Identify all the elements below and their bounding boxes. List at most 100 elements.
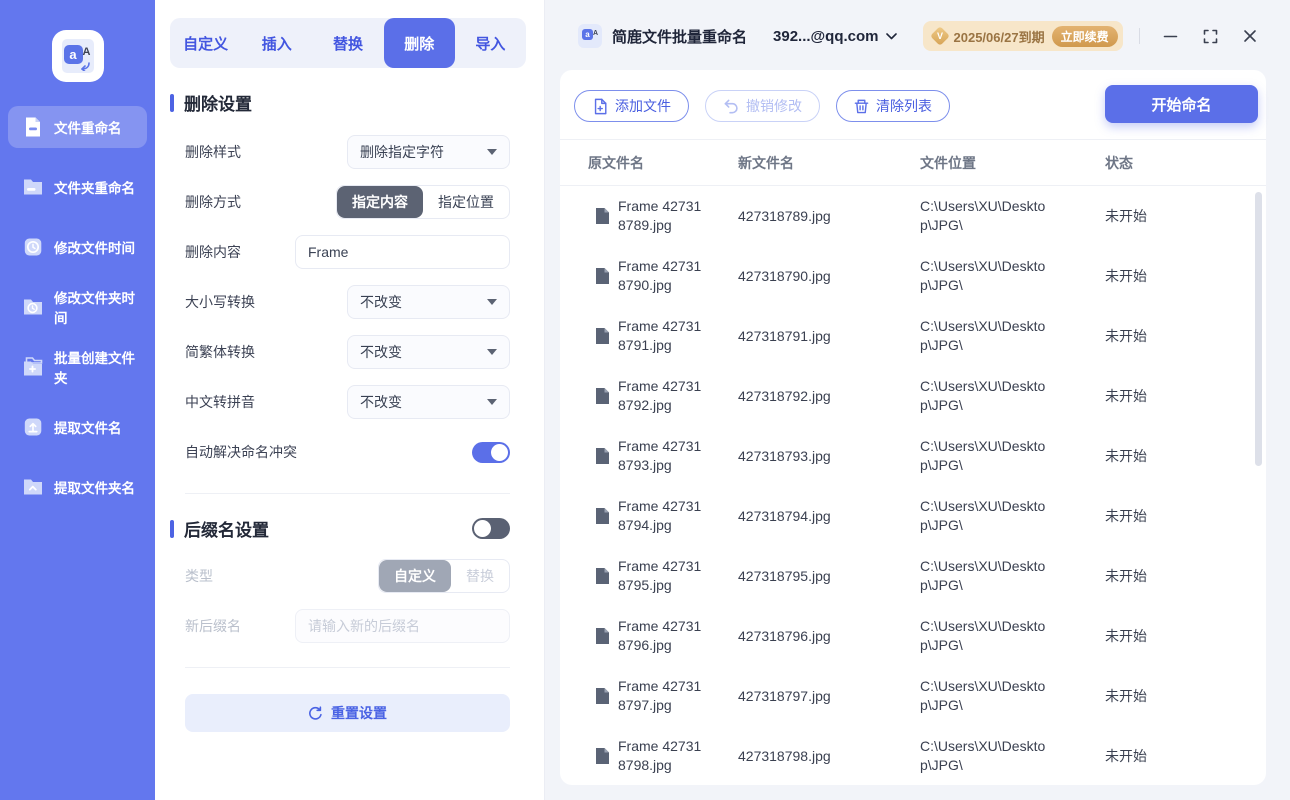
table-row[interactable]: Frame 427318790.jpg 427318790.jpg C:\Use…: [560, 246, 1266, 306]
table-row[interactable]: Frame 427318792.jpg 427318792.jpg C:\Use…: [560, 366, 1266, 426]
file-time-icon: [21, 235, 45, 259]
tab-delete[interactable]: 删除: [383, 18, 455, 68]
account-dropdown[interactable]: 392...@qq.com: [773, 28, 897, 45]
sidebar-item-label: 提取文件名: [54, 421, 122, 436]
tab-custom[interactable]: 自定义: [170, 18, 241, 68]
delete-content-label: 删除内容: [185, 244, 241, 260]
delete-content-input[interactable]: [295, 235, 510, 269]
sidebar-item-extract-foldername[interactable]: 提取文件夹名: [8, 466, 147, 508]
new-suffix-input[interactable]: [295, 609, 510, 643]
chevron-down-icon: [487, 399, 497, 405]
sidebar-item-extract-filename[interactable]: 提取文件名: [8, 406, 147, 448]
scrollbar-thumb[interactable]: [1255, 192, 1262, 466]
status-label: 未开始: [1105, 628, 1147, 644]
mode-tabbar: 自定义 插入 替换 删除 导入: [170, 18, 526, 68]
suffix-settings-title: 后缀名设置: [184, 521, 269, 540]
add-files-button[interactable]: 添加文件: [574, 90, 689, 122]
delete-style-value: 删除指定字符: [360, 144, 444, 160]
start-rename-button[interactable]: 开始命名: [1105, 85, 1258, 123]
delete-style-select[interactable]: 删除指定字符: [347, 135, 510, 169]
add-file-icon: [594, 98, 607, 114]
license-badge: V 2025/06/27到期 立即续费: [922, 21, 1123, 51]
table-row[interactable]: Frame 427318796.jpg 427318796.jpg C:\Use…: [560, 606, 1266, 666]
file-icon: [596, 748, 609, 764]
conflict-toggle[interactable]: [472, 441, 510, 463]
table-row[interactable]: Frame 427318795.jpg 427318795.jpg C:\Use…: [560, 546, 1266, 606]
delete-mode-position-option[interactable]: 指定位置: [423, 186, 509, 218]
file-location: C:\Users\XU\Desktop\JPG\: [920, 198, 1046, 233]
file-icon: [596, 448, 609, 464]
case-convert-select[interactable]: 不改变: [347, 285, 510, 319]
tab-replace[interactable]: 替换: [312, 18, 383, 68]
chevron-down-icon: [487, 349, 497, 355]
close-button[interactable]: [1243, 29, 1257, 43]
tab-label: 删除: [404, 35, 435, 53]
delete-mode-segmented: 指定内容 指定位置: [336, 185, 510, 219]
refresh-icon: [309, 705, 322, 720]
original-file-name: Frame 427318790.jpg: [618, 258, 702, 293]
sidebar-item-folder-time[interactable]: 修改文件夹时间: [8, 286, 147, 328]
header-new-name: 新文件名: [738, 154, 794, 171]
file-icon: [596, 388, 609, 404]
file-location: C:\Users\XU\Desktop\JPG\: [920, 258, 1046, 293]
sidebar-item-label: 批量创建文件夹: [54, 351, 135, 386]
simplified-traditional-select[interactable]: 不改变: [347, 335, 510, 369]
new-file-name: 427318798.jpg: [738, 748, 831, 764]
suffix-type-replace-option[interactable]: 替换: [451, 560, 509, 592]
table-row[interactable]: Frame 427318794.jpg 427318794.jpg C:\Use…: [560, 486, 1266, 546]
delete-mode-label: 删除方式: [185, 194, 241, 210]
tab-insert[interactable]: 插入: [241, 18, 312, 68]
tab-import[interactable]: 导入: [455, 18, 526, 68]
undo-changes-button[interactable]: 撤销修改: [705, 90, 820, 122]
original-file-name: Frame 427318793.jpg: [618, 438, 702, 473]
chevron-down-icon: [487, 149, 497, 155]
status-label: 未开始: [1105, 448, 1147, 464]
table-row[interactable]: Frame 427318797.jpg 427318797.jpg C:\Use…: [560, 666, 1266, 726]
clear-list-button[interactable]: 清除列表: [836, 90, 950, 122]
section-accent-bar: [170, 519, 174, 538]
license-expiry: 2025/06/27到期: [953, 29, 1045, 45]
status-label: 未开始: [1105, 328, 1147, 344]
header-original-name: 原文件名: [588, 154, 644, 171]
pinyin-convert-select[interactable]: 不改变: [347, 385, 510, 419]
case-convert-value: 不改变: [360, 294, 402, 310]
status-label: 未开始: [1105, 508, 1147, 524]
renew-button[interactable]: 立即续费: [1051, 25, 1118, 47]
file-icon: [596, 628, 609, 644]
reset-settings-label: 重置设置: [331, 705, 387, 721]
status-label: 未开始: [1105, 388, 1147, 404]
table-row[interactable]: Frame 427318793.jpg 427318793.jpg C:\Use…: [560, 426, 1266, 486]
sidebar-item-file-time[interactable]: 修改文件时间: [8, 226, 147, 268]
folder-create-icon: [21, 355, 45, 379]
sidebar-item-folder-create[interactable]: 批量创建文件夹: [8, 346, 147, 388]
table-row[interactable]: Frame 427318791.jpg 427318791.jpg C:\Use…: [560, 306, 1266, 366]
divider: [185, 667, 510, 668]
delete-mode-content-option[interactable]: 指定内容: [337, 186, 423, 218]
table-row[interactable]: Frame 427318798.jpg 427318798.jpg C:\Use…: [560, 726, 1266, 786]
maximize-button[interactable]: [1203, 29, 1218, 44]
folder-time-icon: [21, 295, 45, 319]
status-label: 未开始: [1105, 208, 1147, 224]
minimize-button[interactable]: [1163, 29, 1178, 44]
extract-foldername-icon: [21, 475, 45, 499]
file-list-card: 添加文件 撤销修改 清除列表 开始命名 原文件名 新文件名 文件位置 状态 Fr…: [560, 70, 1266, 785]
conflict-toggle-label: 自动解决命名冲突: [185, 444, 297, 460]
sidebar-item-label: 文件夹重命名: [54, 181, 135, 196]
table-row[interactable]: Frame 427318789.jpg 427318789.jpg C:\Use…: [560, 186, 1266, 246]
settings-panel: 自定义 插入 替换 删除 导入 删除设置 删除样式 删除指定字符 删除方式 指定…: [155, 0, 545, 800]
file-rows: Frame 427318789.jpg 427318789.jpg C:\Use…: [560, 186, 1266, 786]
suffix-settings-toggle[interactable]: [472, 518, 510, 539]
sidebar-item-file-rename[interactable]: 文件重命名: [8, 106, 147, 148]
sidebar-item-folder-rename[interactable]: 文件夹重命名: [8, 166, 147, 208]
suffix-type-custom-option[interactable]: 自定义: [379, 560, 451, 592]
new-file-name: 427318797.jpg: [738, 688, 831, 704]
sidebar: a A 文件重命名 文件夹重命名 修改文件时间 修改文件夹时间 批量创建文件夹 …: [0, 0, 155, 800]
sidebar-item-label: 文件重命名: [54, 121, 122, 136]
reset-settings-button[interactable]: 重置设置: [185, 694, 510, 732]
window-controls: [1163, 0, 1257, 72]
file-icon: [596, 688, 609, 704]
delete-settings-title: 删除设置: [184, 95, 252, 114]
table-header: 原文件名 新文件名 文件位置 状态: [560, 140, 1266, 186]
toolbar: 添加文件 撤销修改 清除列表 开始命名: [560, 70, 1266, 140]
file-icon: [596, 328, 609, 344]
